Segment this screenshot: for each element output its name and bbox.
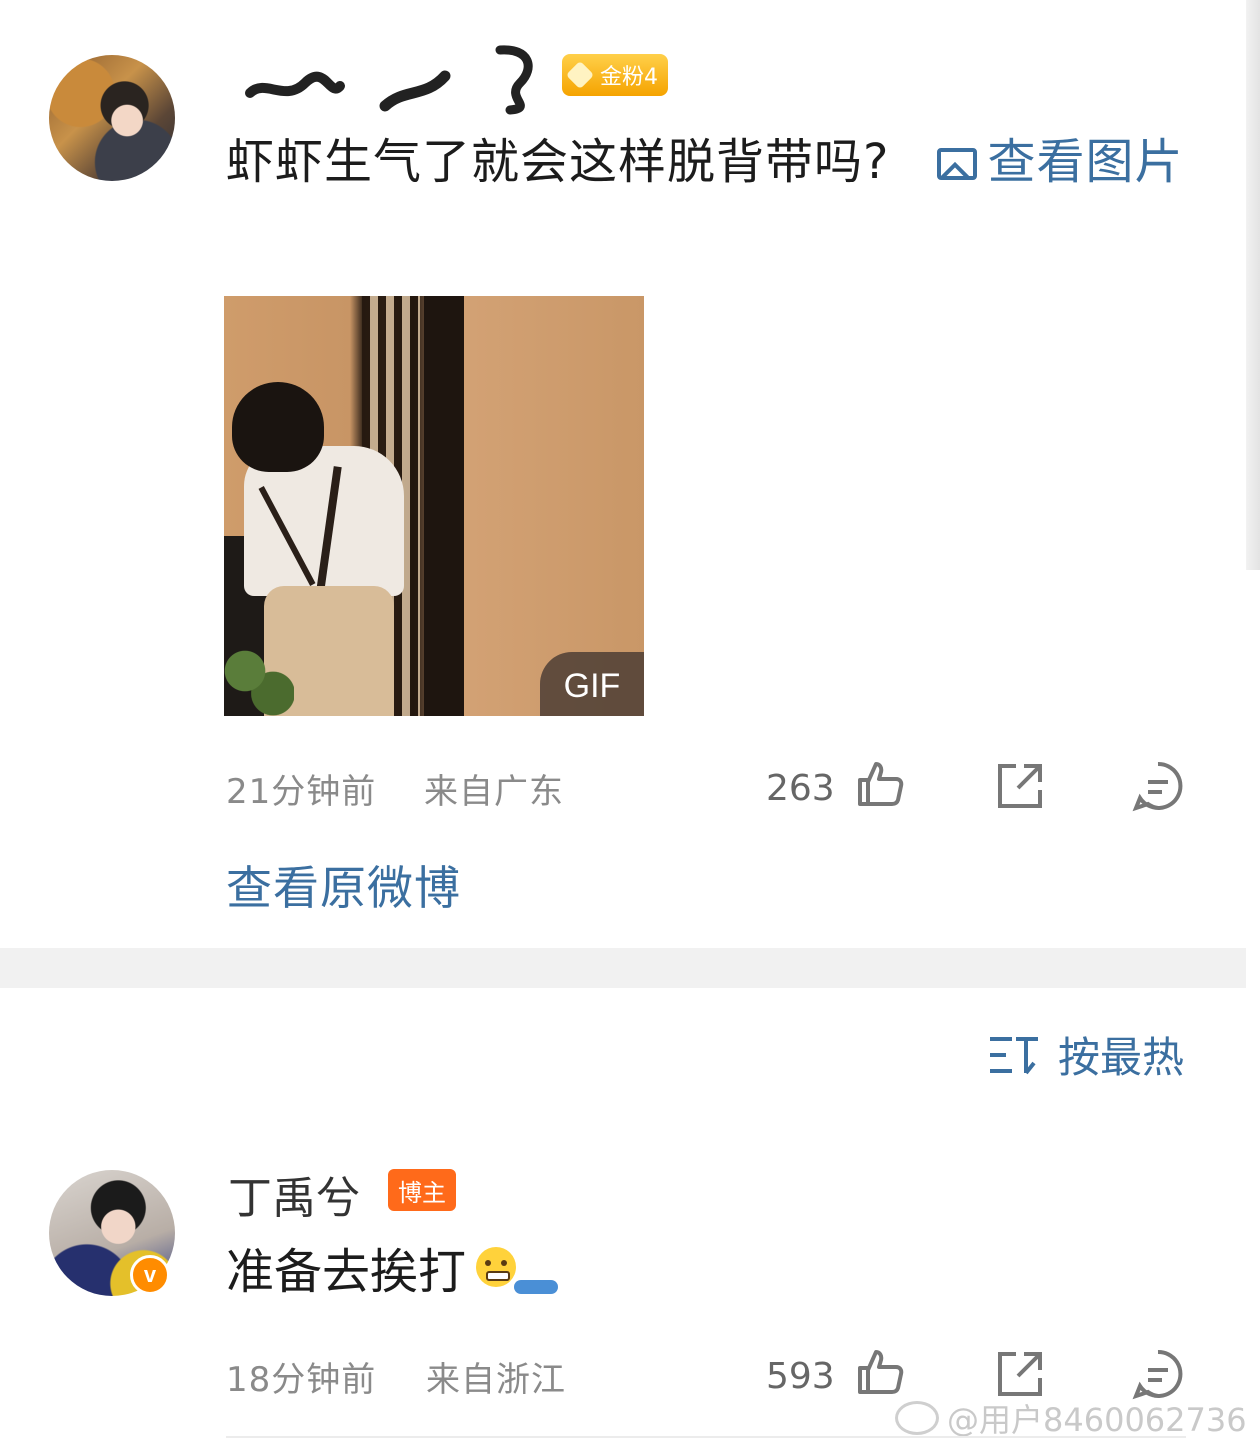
gif-badge: GIF xyxy=(540,652,644,716)
reply-share-icon[interactable] xyxy=(994,1348,1046,1400)
post-text-block: 虾虾生气了就会这样脱背带吗? 查看图片 xyxy=(226,122,1206,202)
like-icon[interactable] xyxy=(854,758,906,810)
avatar[interactable] xyxy=(49,55,175,181)
reply-username[interactable]: 丁禹兮 xyxy=(228,1162,360,1226)
watermark: @用户8460062736 xyxy=(895,1395,1247,1441)
share-icon[interactable] xyxy=(994,760,1046,812)
like-count: 263 xyxy=(766,768,835,809)
post-time: 21分钟前 xyxy=(226,772,377,812)
gif-thumbnail[interactable]: GIF xyxy=(224,296,644,716)
comment-icon[interactable] xyxy=(1132,760,1184,812)
sort-icon xyxy=(990,1036,1038,1074)
nervous-emoji-icon xyxy=(476,1247,517,1287)
fan-level-badge: 金粉4 xyxy=(562,54,668,96)
view-image-label: 查看图片 xyxy=(987,134,1184,190)
fan-level-label: 金粉4 xyxy=(600,65,658,90)
sort-toggle[interactable]: 按最热 xyxy=(988,1024,1184,1085)
scrollbar[interactable] xyxy=(1246,0,1260,570)
reply-like-count: 593 xyxy=(766,1356,835,1397)
reply-text-block: 准备去挨打 xyxy=(226,1232,517,1302)
crown-icon xyxy=(565,60,595,90)
author-badge: 博主 xyxy=(388,1169,456,1211)
reply-text: 准备去挨打 xyxy=(226,1244,467,1300)
redacted-username xyxy=(245,45,533,115)
emoji-hands xyxy=(514,1280,558,1294)
sort-label: 按最热 xyxy=(1058,1033,1185,1082)
picture-icon xyxy=(937,148,978,180)
post-location: 来自广东 xyxy=(424,772,564,812)
verified-badge: v xyxy=(130,1255,170,1295)
bottom-divider xyxy=(226,1436,1186,1438)
weibo-logo-icon xyxy=(895,1401,939,1435)
reply-comment-icon[interactable] xyxy=(1132,1348,1184,1400)
post-text: 虾虾生气了就会这样脱背带吗? xyxy=(226,134,890,190)
reply-location: 来自浙江 xyxy=(426,1360,566,1400)
reply-like-icon[interactable] xyxy=(854,1346,906,1398)
section-divider xyxy=(0,948,1246,988)
view-image-link[interactable]: 查看图片 xyxy=(889,134,1183,190)
watermark-text: @用户8460062736 xyxy=(947,1401,1247,1439)
reply-time: 18分钟前 xyxy=(226,1360,377,1400)
view-original-link[interactable]: 查看原微博 xyxy=(226,852,461,918)
